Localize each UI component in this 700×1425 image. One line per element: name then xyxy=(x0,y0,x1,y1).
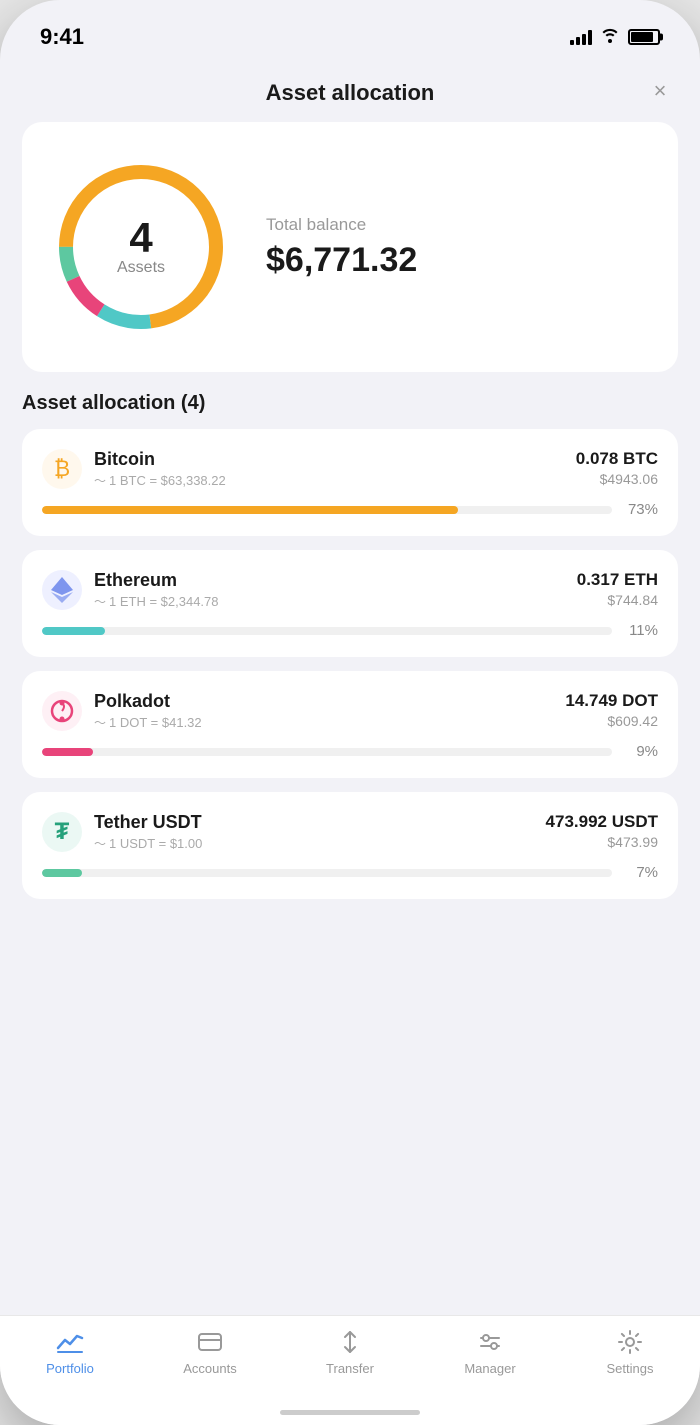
usdt-icon: ₮ xyxy=(42,812,82,852)
balance-label: Total balance xyxy=(266,215,654,235)
asset-card-usdt: ₮ Tether USDT 〜 1 USDT = $1.00 473.992 U… xyxy=(22,792,678,899)
btc-value: $4943.06 xyxy=(576,471,658,487)
wifi-icon xyxy=(600,27,620,48)
btc-amount: 0.078 BTC xyxy=(576,449,658,469)
bottom-nav: Portfolio Accounts Transfer xyxy=(0,1315,700,1425)
chart-card: 4 Assets Total balance $6,771.32 xyxy=(22,122,678,372)
nav-manager[interactable]: Manager xyxy=(420,1328,560,1376)
usdt-progress-fill xyxy=(42,869,82,877)
dot-amount: 14.749 DOT xyxy=(565,691,658,711)
eth-percent: 11% xyxy=(622,622,658,639)
dot-progress-track xyxy=(42,748,612,756)
dot-progress-fill xyxy=(42,748,93,756)
portfolio-icon xyxy=(55,1328,85,1356)
usdt-percent: 7% xyxy=(622,864,658,881)
page-header: Asset allocation × xyxy=(0,60,700,122)
btc-percent: 73% xyxy=(622,501,658,518)
usdt-rate: 〜 1 USDT = $1.00 xyxy=(94,835,202,852)
nav-portfolio[interactable]: Portfolio xyxy=(0,1328,140,1376)
asset-card-eth: Ethereum 〜 1 ETH = $2,344.78 0.317 ETH $… xyxy=(22,550,678,657)
nav-settings[interactable]: Settings xyxy=(560,1328,700,1376)
close-button[interactable]: × xyxy=(642,73,678,109)
status-icons xyxy=(570,27,660,48)
btc-name: Bitcoin xyxy=(94,449,226,470)
usdt-amount: 473.992 USDT xyxy=(546,812,658,832)
dot-name: Polkadot xyxy=(94,691,202,712)
accounts-icon xyxy=(195,1328,225,1356)
dot-value: $609.42 xyxy=(565,713,658,729)
btc-progress-row: 73% xyxy=(42,501,658,518)
eth-progress-fill xyxy=(42,627,105,635)
dot-percent: 9% xyxy=(622,743,658,760)
usdt-name: Tether USDT xyxy=(94,812,202,833)
eth-value: $744.84 xyxy=(577,592,658,608)
eth-name: Ethereum xyxy=(94,570,219,591)
asset-list: ₿ Bitcoin 〜 1 BTC = $63,338.22 0.078 BTC… xyxy=(0,429,700,899)
nav-portfolio-label: Portfolio xyxy=(46,1361,94,1376)
balance-info: Total balance $6,771.32 xyxy=(266,215,654,280)
eth-icon xyxy=(42,570,82,610)
balance-amount: $6,771.32 xyxy=(266,241,654,280)
donut-chart: 4 Assets xyxy=(46,152,236,342)
btc-progress-track xyxy=(42,506,612,514)
settings-icon xyxy=(615,1328,645,1356)
nav-transfer-label: Transfer xyxy=(326,1361,374,1376)
eth-amount: 0.317 ETH xyxy=(577,570,658,590)
asset-card-btc: ₿ Bitcoin 〜 1 BTC = $63,338.22 0.078 BTC… xyxy=(22,429,678,536)
page-title: Asset allocation xyxy=(266,80,435,106)
usdt-value: $473.99 xyxy=(546,834,658,850)
nav-accounts-label: Accounts xyxy=(183,1361,236,1376)
transfer-icon xyxy=(335,1328,365,1356)
btc-rate: 〜 1 BTC = $63,338.22 xyxy=(94,472,226,489)
assets-label: Assets xyxy=(117,259,165,276)
nav-transfer[interactable]: Transfer xyxy=(280,1328,420,1376)
eth-progress-track xyxy=(42,627,612,635)
manager-icon xyxy=(475,1328,505,1356)
dot-icon xyxy=(42,691,82,731)
donut-center: 4 Assets xyxy=(117,217,165,277)
notch xyxy=(260,0,440,38)
btc-icon: ₿ xyxy=(42,449,82,489)
usdt-progress-row: 7% xyxy=(42,864,658,881)
status-time: 9:41 xyxy=(40,24,84,50)
nav-manager-label: Manager xyxy=(464,1361,515,1376)
asset-card-dot: Polkadot 〜 1 DOT = $41.32 14.749 DOT $60… xyxy=(22,671,678,778)
dot-progress-row: 9% xyxy=(42,743,658,760)
nav-settings-label: Settings xyxy=(607,1361,654,1376)
battery-icon xyxy=(628,29,660,45)
home-indicator xyxy=(280,1410,420,1415)
dot-rate: 〜 1 DOT = $41.32 xyxy=(94,714,202,731)
signal-icon xyxy=(570,29,592,45)
section-title: Asset allocation (4) xyxy=(0,392,700,429)
eth-progress-row: 11% xyxy=(42,622,658,639)
nav-accounts[interactable]: Accounts xyxy=(140,1328,280,1376)
eth-rate: 〜 1 ETH = $2,344.78 xyxy=(94,593,219,610)
asset-count: 4 xyxy=(117,217,165,259)
phone-shell: 9:41 Asset allocation × xyxy=(0,0,700,1425)
usdt-progress-track xyxy=(42,869,612,877)
btc-progress-fill xyxy=(42,506,458,514)
